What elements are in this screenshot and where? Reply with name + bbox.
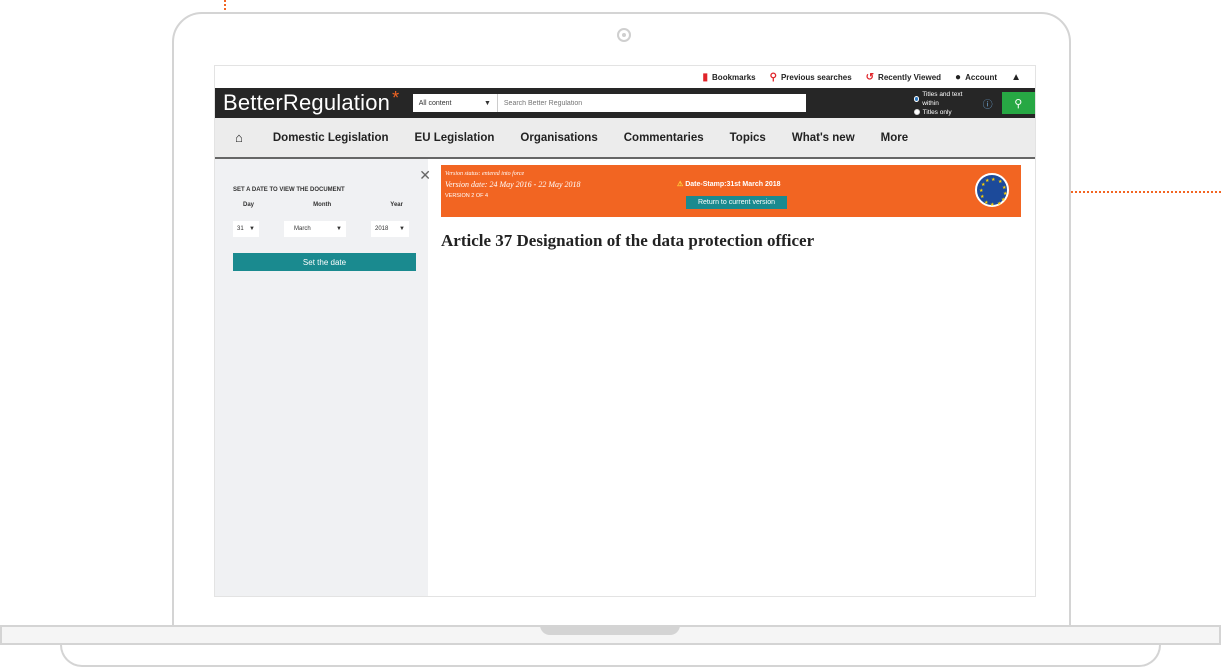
search-button[interactable]: ⚲ xyxy=(1001,92,1035,114)
app-screen: ▮ Bookmarks ⚲ Previous searches ↺ Recent… xyxy=(214,65,1036,597)
scope-titles-text-label: Titles and text within xyxy=(922,90,963,107)
page-body: ✕ SET A DATE TO VIEW THE DOCUMENT Day Mo… xyxy=(215,159,1035,596)
set-date-button[interactable]: Set the date xyxy=(233,253,416,271)
main-nav: ⌂ Domestic Legislation EU Legislation Or… xyxy=(215,118,1035,159)
brand-search-bar: BetterRegulation * All content ▼ Titles … xyxy=(215,88,1035,118)
day-label: Day xyxy=(243,202,255,208)
account-label: Account xyxy=(965,72,998,82)
month-value: March xyxy=(294,226,311,232)
info-icon[interactable]: ⓘ xyxy=(983,96,993,111)
bookmarks-label: Bookmarks xyxy=(712,72,756,82)
article-content: Version status: entered into force Versi… xyxy=(428,159,1035,596)
utility-bar: ▮ Bookmarks ⚲ Previous searches ↺ Recent… xyxy=(215,66,1035,88)
content-filter-select[interactable]: All content ▼ xyxy=(412,94,498,112)
version-number: VERSION 2 OF 4 xyxy=(445,193,489,199)
nav-domestic-legislation[interactable]: Domestic Legislation xyxy=(273,132,389,144)
eu-flag-icon: ★ ★ ★ ★ ★ ★ ★ ★ ★ ★ ★ ★ xyxy=(975,173,1009,208)
year-value: 2018 xyxy=(375,226,389,232)
laptop-base-bottom xyxy=(60,645,1161,667)
nav-topics[interactable]: Topics xyxy=(730,132,766,144)
date-stamp: ⚠ Date-Stamp:31st March 2018 xyxy=(677,180,781,188)
return-current-version-button[interactable]: Return to current version xyxy=(686,196,787,209)
search-scope-options: Titles and text within Titles only xyxy=(913,90,975,117)
month-label: Month xyxy=(313,202,332,208)
date-panel-title: SET A DATE TO VIEW THE DOCUMENT xyxy=(233,187,345,193)
chevron-down-icon: ▼ xyxy=(249,226,255,232)
brand-name: BetterRegulation xyxy=(223,90,391,115)
day-value: 31 xyxy=(237,226,244,232)
month-select[interactable]: March ▼ xyxy=(284,221,346,237)
scope-titles-only-radio[interactable]: Titles only xyxy=(913,108,975,117)
radio-checked-icon xyxy=(913,95,920,102)
content-filter-value: All content xyxy=(418,99,452,107)
nav-organisations[interactable]: Organisations xyxy=(520,132,597,144)
notifications-button[interactable]: ▲ xyxy=(1011,72,1021,83)
home-icon[interactable]: ⌂ xyxy=(235,130,243,145)
date-selects: 31 ▼ March ▼ 2018 ▼ xyxy=(233,221,409,237)
version-status: Version status: entered into force xyxy=(445,171,525,177)
date-panel: ✕ SET A DATE TO VIEW THE DOCUMENT Day Mo… xyxy=(215,159,431,596)
bookmarks-link[interactable]: ▮ Bookmarks xyxy=(703,72,756,83)
bell-icon: ▲ xyxy=(1011,71,1021,83)
chevron-down-icon: ▼ xyxy=(399,226,405,232)
nav-commentaries[interactable]: Commentaries xyxy=(624,132,704,144)
search-input[interactable] xyxy=(497,94,806,112)
close-icon[interactable]: ✕ xyxy=(419,167,431,184)
history-icon: ↺ xyxy=(865,71,875,83)
scope-titles-only-label: Titles only xyxy=(922,108,952,116)
warning-icon: ⚠ xyxy=(677,181,684,188)
user-icon: ● xyxy=(955,71,962,83)
brand-star-icon: * xyxy=(392,88,400,108)
laptop-notch xyxy=(540,625,680,635)
bookmark-icon: ▮ xyxy=(702,71,709,83)
previous-searches-link[interactable]: ⚲ Previous searches xyxy=(770,72,852,83)
nav-whats-new[interactable]: What's new xyxy=(792,132,855,144)
chevron-down-icon: ▼ xyxy=(336,226,342,232)
year-label: Year xyxy=(390,202,403,208)
year-select[interactable]: 2018 ▼ xyxy=(371,221,409,237)
callout-line-right xyxy=(1050,191,1221,193)
radio-unchecked-icon xyxy=(913,109,920,115)
laptop-mockup: ▮ Bookmarks ⚲ Previous searches ↺ Recent… xyxy=(0,0,1221,671)
scope-titles-text-radio[interactable]: Titles and text within xyxy=(913,90,975,108)
day-select[interactable]: 31 ▼ xyxy=(233,221,259,237)
account-link[interactable]: ● Account xyxy=(955,72,997,83)
search-icon: ⚲ xyxy=(1014,97,1023,110)
nav-more[interactable]: More xyxy=(881,132,908,144)
date-labels: Day Month Year xyxy=(233,202,409,208)
version-banner: Version status: entered into force Versi… xyxy=(441,165,1021,217)
previous-searches-label: Previous searches xyxy=(780,72,852,82)
search-icon: ⚲ xyxy=(769,71,777,83)
brand-logo[interactable]: BetterRegulation * xyxy=(223,88,409,116)
chevron-down-icon: ▼ xyxy=(483,99,491,107)
nav-eu-legislation[interactable]: EU Legislation xyxy=(415,132,495,144)
version-date: Version date: 24 May 2016 - 22 May 2018 xyxy=(445,180,581,189)
recently-viewed-link[interactable]: ↺ Recently Viewed xyxy=(866,72,941,83)
camera-icon xyxy=(617,28,631,42)
article-title: Article 37 Designation of the data prote… xyxy=(441,231,815,250)
recently-viewed-label: Recently Viewed xyxy=(878,72,942,82)
date-stamp-text: Date-Stamp:31st March 2018 xyxy=(685,181,781,188)
